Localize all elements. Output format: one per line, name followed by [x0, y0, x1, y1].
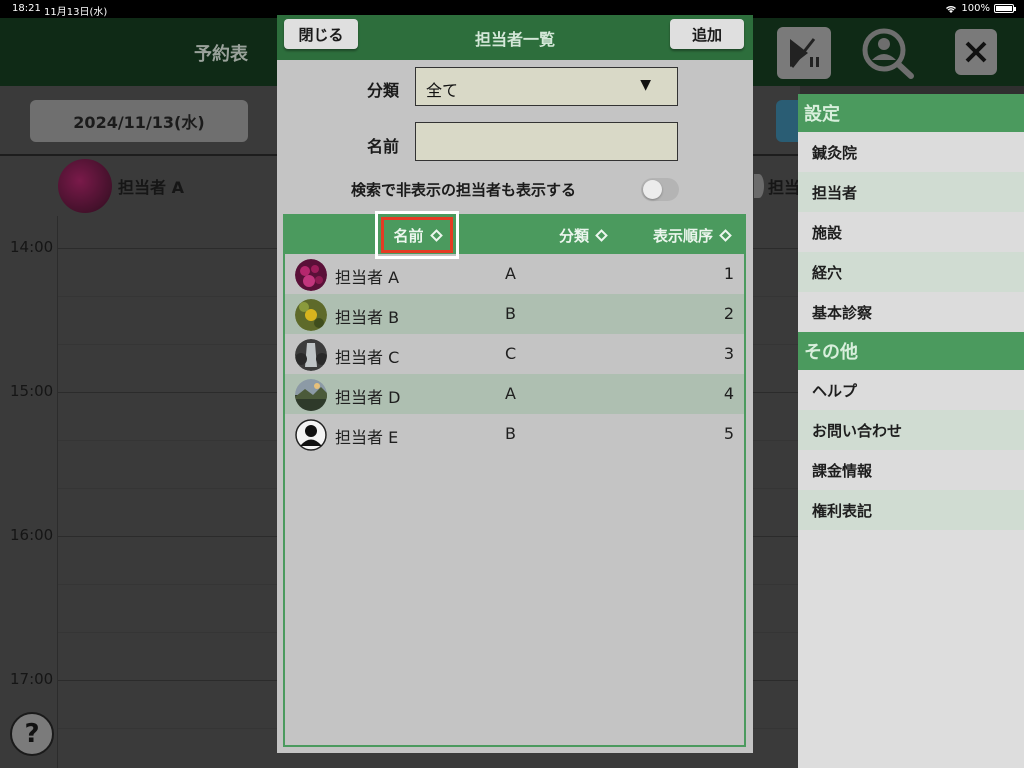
battery-icon [994, 4, 1016, 13]
staff-list-modal: 担当者一覧 閉じる 追加 分類 全て ▼ 名前 検索で非表示の担当者も表示する … [277, 15, 753, 753]
staff-order: 2 [723, 304, 734, 323]
menu-item-clinic[interactable]: 鍼灸院 [798, 132, 1024, 172]
staff-order: 1 [723, 264, 734, 283]
toggle-knob [643, 180, 662, 199]
staff-name: 担当者 A [118, 178, 184, 197]
hour-label: 16:00 [10, 526, 54, 544]
menu-item-contact[interactable]: お問い合わせ [798, 410, 1024, 450]
table-header: 名前 分類 表示順序 [285, 211, 744, 259]
menu-item-facility[interactable]: 施設 [798, 212, 1024, 252]
hour-label: 15:00 [10, 382, 54, 400]
staff-table: 名前 分類 表示順序 担当者 A A 1 担当者 B B 2 担当者 C C 3… [283, 211, 746, 747]
close-app-button[interactable] [955, 29, 997, 75]
play-pause-button[interactable] [777, 27, 831, 79]
category-select[interactable]: 全て ▼ [415, 67, 678, 106]
hour-label: 14:00 [10, 238, 54, 256]
sort-diamond-icon [595, 228, 608, 242]
staff-order: 4 [723, 384, 734, 403]
category-value: 全て [426, 81, 459, 100]
name-input[interactable] [415, 122, 678, 161]
wifi-icon [946, 5, 957, 13]
table-row[interactable]: 担当者 A A 1 [285, 254, 744, 294]
menu-item-staff[interactable]: 担当者 [798, 172, 1024, 212]
user-search-icon [862, 28, 914, 79]
avatar [295, 259, 327, 291]
staff-category: A [505, 264, 516, 283]
staff-column-header-right: 担当 [754, 156, 800, 216]
menu-item-acupoint[interactable]: 経穴 [798, 252, 1024, 292]
sort-by-category-button[interactable]: 分類 [559, 216, 608, 254]
battery-percent: 100% [961, 3, 990, 14]
time-column: 14:00 15:00 16:00 17:00 [0, 216, 58, 768]
name-label: 名前 [367, 137, 400, 156]
staff-category: B [505, 424, 516, 443]
staff-category: C [505, 344, 517, 363]
column-category-label: 分類 [559, 226, 590, 245]
staff-name-right: 担当 [768, 178, 801, 197]
date-button[interactable]: 2024/11/13(水) [30, 100, 248, 142]
name-sort-highlight: 名前 [375, 211, 459, 259]
staff-category: B [505, 304, 516, 323]
table-row[interactable]: 担当者 C C 3 [285, 334, 744, 374]
column-order-label: 表示順序 [653, 226, 714, 245]
staff-name: 担当者 C [335, 348, 400, 367]
show-hidden-label: 検索で非表示の担当者も表示する [351, 181, 577, 199]
close-icon [965, 41, 987, 63]
column-name-label: 名前 [393, 226, 424, 245]
dropdown-arrow-icon: ▼ [640, 77, 651, 93]
menu-item-rights[interactable]: 権利表記 [798, 490, 1024, 530]
avatar [295, 379, 327, 411]
user-search-button[interactable] [858, 25, 918, 81]
help-button[interactable]: ? [10, 712, 54, 756]
staff-name: 担当者 D [335, 388, 401, 407]
avatar [295, 299, 327, 331]
menu-section-other: その他 [798, 332, 1024, 370]
status-right: 100% [945, 3, 1016, 14]
staff-order: 3 [723, 344, 734, 363]
staff-category: A [505, 384, 516, 403]
staff-name: 担当者 B [335, 308, 400, 327]
play-pause-icon [790, 38, 819, 68]
sort-by-order-button[interactable]: 表示順序 [653, 216, 732, 254]
app-title: 予約表 [194, 44, 248, 65]
table-row[interactable]: 担当者 B B 2 [285, 294, 744, 334]
category-label: 分類 [367, 81, 400, 100]
sort-diamond-icon [429, 228, 443, 242]
show-hidden-toggle[interactable] [641, 178, 679, 201]
table-row[interactable]: 担当者 D A 4 [285, 374, 744, 414]
staff-order: 5 [723, 424, 734, 443]
avatar [58, 159, 112, 213]
table-row[interactable]: 担当者 E B 5 [285, 414, 744, 454]
status-time: 18:21 [12, 3, 41, 14]
avatar [295, 339, 327, 371]
add-button[interactable]: 追加 [670, 19, 744, 49]
side-menu: 設定 鍼灸院 担当者 施設 経穴 基本診察 その他 ヘルプ お問い合わせ 課金情… [798, 94, 1024, 768]
sort-diamond-icon [719, 228, 732, 242]
staff-name: 担当者 A [335, 268, 400, 287]
menu-item-basic-exam[interactable]: 基本診察 [798, 292, 1024, 332]
default-user-icon [295, 419, 327, 451]
staff-name: 担当者 E [335, 428, 399, 447]
status-date: 11月13日(水) [44, 7, 108, 18]
menu-section-settings: 設定 [798, 94, 1024, 132]
hour-label: 17:00 [10, 670, 54, 688]
menu-item-billing[interactable]: 課金情報 [798, 450, 1024, 490]
close-button[interactable]: 閉じる [284, 19, 358, 49]
staff-column-header: 担当者 A [58, 156, 184, 216]
menu-item-help[interactable]: ヘルプ [798, 370, 1024, 410]
avatar [754, 174, 764, 198]
sort-by-name-button[interactable]: 名前 [381, 217, 453, 253]
today-button[interactable] [776, 100, 800, 142]
